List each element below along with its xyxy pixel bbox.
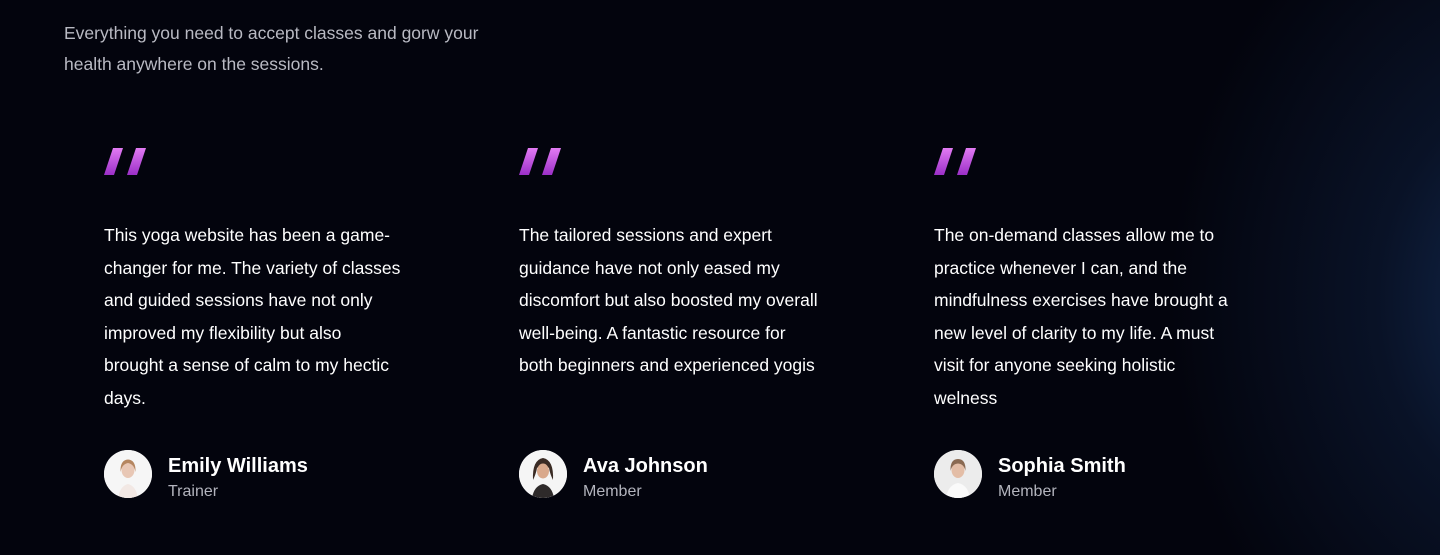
testimonial-text: The tailored sessions and expert guidanc…	[519, 225, 818, 375]
testimonials-list: This yoga website has been a game-change…	[104, 148, 1234, 500]
testimonial-card: This yoga website has been a game-change…	[104, 148, 404, 500]
author-name: Ava Johnson	[583, 455, 708, 477]
avatar	[519, 450, 567, 498]
testimonial-text: The on-demand classes allow me to practi…	[934, 225, 1228, 408]
testimonial-author: Ava Johnson Member	[519, 450, 708, 503]
author-name: Sophia Smith	[998, 455, 1126, 477]
author-name: Emily Williams	[168, 455, 308, 477]
testimonial-card: The on-demand classes allow me to practi…	[934, 148, 1234, 500]
quote-icon	[519, 148, 561, 175]
testimonial-author: Emily Williams Trainer	[104, 450, 308, 503]
testimonial-text: This yoga website has been a game-change…	[104, 225, 401, 408]
avatar	[934, 450, 982, 498]
testimonial-author: Sophia Smith Member	[934, 450, 1126, 503]
avatar	[104, 450, 152, 498]
quote-icon	[104, 148, 146, 175]
section-intro-text: Everything you need to accept classes an…	[64, 23, 479, 74]
author-role: Member	[998, 483, 1057, 500]
author-role: Member	[583, 483, 642, 500]
testimonial-card: The tailored sessions and expert guidanc…	[519, 148, 819, 500]
quote-icon	[934, 148, 976, 175]
author-role: Trainer	[168, 483, 219, 500]
